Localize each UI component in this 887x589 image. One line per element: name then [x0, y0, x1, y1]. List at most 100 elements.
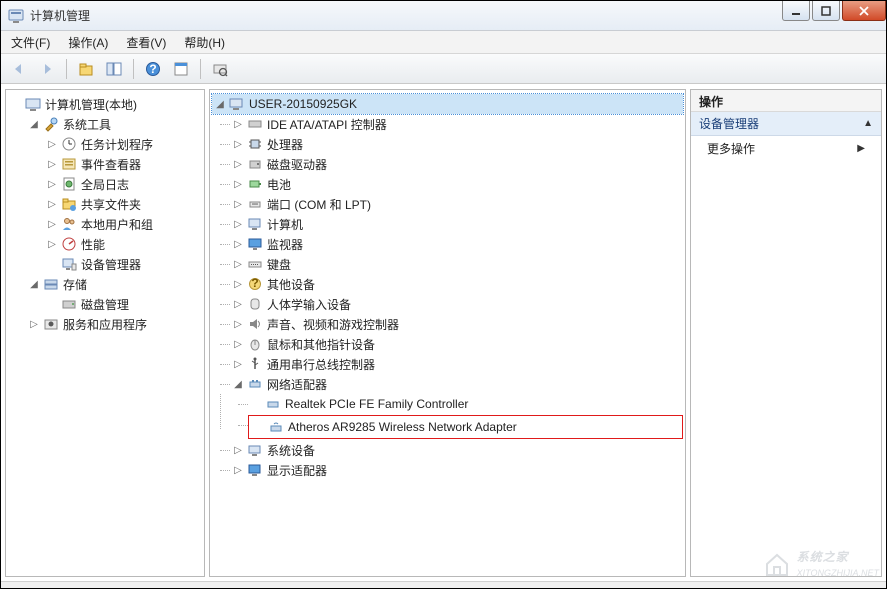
device-tree-pane[interactable]: ◢ USER-20150925GK ▷IDE ATA/ATAPI 控制器 ▷处理…	[209, 89, 686, 577]
tree-storage[interactable]: ◢ 存储	[26, 274, 202, 294]
back-button[interactable]	[7, 57, 31, 81]
device-computer-root[interactable]: ◢ USER-20150925GK	[212, 94, 683, 114]
actions-more[interactable]: 更多操作 ▶	[691, 136, 881, 161]
help-button[interactable]: ?	[141, 57, 165, 81]
tree-local-users[interactable]: ▷本地用户和组	[44, 214, 202, 234]
tree-label: 存储	[63, 276, 87, 293]
nic-icon	[264, 396, 282, 412]
device-net-atheros[interactable]: Atheros AR9285 Wireless Network Adapter	[251, 417, 680, 437]
tree-disk-mgmt[interactable]: 磁盘管理	[44, 294, 202, 314]
expand-icon: ◢	[214, 98, 226, 110]
actions-section[interactable]: 设备管理器 ▲	[691, 112, 881, 136]
device-mice[interactable]: ▷鼠标和其他指针设备	[230, 334, 683, 354]
event-icon	[60, 156, 78, 172]
device-label: 磁盘驱动器	[267, 156, 327, 173]
tree-label: 任务计划程序	[81, 136, 153, 153]
console-tree-button[interactable]	[102, 57, 126, 81]
tree-event-viewer[interactable]: ▷事件查看器	[44, 154, 202, 174]
expand-icon: ▷	[46, 178, 58, 190]
tree-label: 设备管理器	[81, 256, 141, 273]
expand-icon: ◢	[28, 278, 40, 290]
scan-button[interactable]	[208, 57, 232, 81]
tree-system-tools[interactable]: ◢ 系统工具	[26, 114, 202, 134]
tree-performance[interactable]: ▷性能	[44, 234, 202, 254]
device-label: 网络适配器	[267, 376, 327, 393]
tree-services-apps[interactable]: ▷服务和应用程序	[26, 314, 202, 334]
forward-button[interactable]	[35, 57, 59, 81]
tree-device-manager[interactable]: 设备管理器	[44, 254, 202, 274]
device-battery[interactable]: ▷ 电池	[230, 174, 683, 194]
actions-pane: 操作 设备管理器 ▲ 更多操作 ▶	[690, 89, 882, 577]
menu-file[interactable]: 文件(F)	[7, 32, 54, 53]
device-display-adapters[interactable]: ▷显示适配器	[230, 460, 683, 480]
device-ports[interactable]: ▷端口 (COM 和 LPT)	[230, 194, 683, 214]
maximize-button[interactable]	[812, 1, 840, 21]
device-hid[interactable]: ▷人体学输入设备	[230, 294, 683, 314]
tree-label: 计算机管理(本地)	[45, 96, 137, 113]
actions-header: 操作	[691, 90, 881, 112]
expand-icon: ◢	[232, 378, 244, 390]
device-monitors[interactable]: ▷监视器	[230, 234, 683, 254]
tree-root-computer-mgmt[interactable]: 计算机管理(本地)	[8, 94, 202, 114]
up-button[interactable]	[74, 57, 98, 81]
close-button[interactable]	[842, 1, 886, 21]
collapse-arrow-icon: ▲	[863, 118, 873, 129]
tree-label: 全局日志	[81, 176, 129, 193]
device-sound[interactable]: ▷声音、视频和游戏控制器	[230, 314, 683, 334]
toolbar-separator	[200, 59, 201, 79]
device-usb[interactable]: ▷通用串行总线控制器	[230, 354, 683, 374]
svg-text:?: ?	[149, 62, 156, 76]
blank-icon	[250, 398, 262, 410]
device-disk-drives[interactable]: ▷ 磁盘驱动器	[230, 154, 683, 174]
tree-label: 服务和应用程序	[63, 316, 147, 333]
keyboard-icon	[246, 256, 264, 272]
computer-icon	[228, 96, 246, 112]
services-icon	[42, 316, 60, 332]
console-tree-pane[interactable]: 计算机管理(本地) ◢ 系统工具 ▷任务计划程序 ▷事件查看器 ▷全局日志	[5, 89, 205, 577]
expand-icon: ▷	[232, 238, 244, 250]
device-network-adapters[interactable]: ◢ 网络适配器	[230, 374, 683, 394]
device-computers[interactable]: ▷计算机	[230, 214, 683, 234]
device-cpu[interactable]: ▷处理器	[230, 134, 683, 154]
users-icon	[60, 216, 78, 232]
work-area: 计算机管理(本地) ◢ 系统工具 ▷任务计划程序 ▷事件查看器 ▷全局日志	[1, 84, 886, 581]
tree-task-scheduler[interactable]: ▷任务计划程序	[44, 134, 202, 154]
computer-mgmt-icon	[24, 96, 42, 112]
minimize-button[interactable]	[782, 1, 810, 21]
menu-view[interactable]: 查看(V)	[122, 32, 170, 53]
expand-icon: ▷	[232, 158, 244, 170]
tree-global-log[interactable]: ▷ 全局日志	[44, 174, 202, 194]
toolbar: ?	[1, 54, 886, 84]
hid-icon	[246, 296, 264, 312]
device-other[interactable]: ▷?其他设备	[230, 274, 683, 294]
device-net-realtek[interactable]: Realtek PCIe FE Family Controller	[248, 394, 683, 414]
expand-icon: ▷	[46, 198, 58, 210]
device-system-devices[interactable]: ▷系统设备	[230, 440, 683, 460]
usb-icon	[246, 356, 264, 372]
device-ide[interactable]: ▷IDE ATA/ATAPI 控制器	[230, 114, 683, 134]
device-label: 计算机	[267, 216, 303, 233]
battery-icon	[246, 176, 264, 192]
highlight-box: Atheros AR9285 Wireless Network Adapter	[248, 415, 683, 439]
system-icon	[246, 442, 264, 458]
expand-icon: ▷	[232, 278, 244, 290]
properties-button[interactable]	[169, 57, 193, 81]
ide-icon	[246, 116, 264, 132]
device-label: 电池	[267, 176, 291, 193]
unknown-icon: ?	[246, 276, 264, 292]
device-label: USER-20150925GK	[249, 97, 357, 111]
expand-icon: ▷	[232, 198, 244, 210]
tree-label: 共享文件夹	[81, 196, 141, 213]
toolbar-separator	[66, 59, 67, 79]
device-keyboards[interactable]: ▷键盘	[230, 254, 683, 274]
device-manager-icon	[60, 256, 78, 272]
device-label: IDE ATA/ATAPI 控制器	[267, 116, 387, 133]
device-label: 声音、视频和游戏控制器	[267, 316, 399, 333]
menu-help[interactable]: 帮助(H)	[180, 32, 229, 53]
display-adapter-icon	[246, 462, 264, 478]
performance-icon	[60, 236, 78, 252]
tree-shared-folders[interactable]: ▷ 共享文件夹	[44, 194, 202, 214]
menu-action[interactable]: 操作(A)	[64, 32, 112, 53]
expand-icon: ▷	[46, 158, 58, 170]
expand-icon: ▷	[232, 178, 244, 190]
